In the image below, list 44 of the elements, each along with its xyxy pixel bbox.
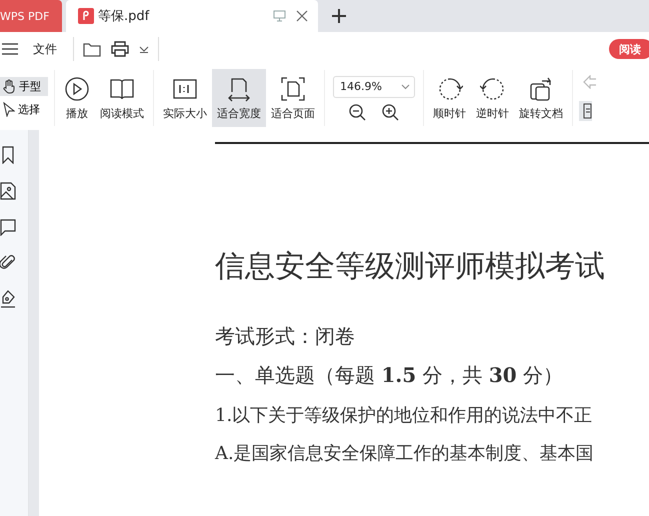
read-button[interactable]: 阅读 bbox=[609, 39, 649, 59]
rotate-document-button[interactable]: 旋转文档 bbox=[514, 69, 568, 127]
zoom-out-icon[interactable] bbox=[349, 104, 366, 120]
folder-icon[interactable] bbox=[83, 42, 101, 56]
question-text: 1.以下关于等级保护的地位和作用的说法中不正 bbox=[215, 404, 594, 427]
reading-mode-button[interactable]: 阅读模式 bbox=[95, 69, 149, 127]
cursor-icon bbox=[3, 102, 15, 117]
comment-icon[interactable] bbox=[0, 218, 16, 236]
chevron-down-icon[interactable] bbox=[401, 84, 410, 90]
rotate-clockwise-button[interactable]: 顺时针 bbox=[428, 69, 471, 127]
fit-width-icon bbox=[226, 76, 252, 102]
close-icon[interactable] bbox=[296, 10, 308, 22]
section-heading: 一、单选题（每题 1.5 分，共 30 分） bbox=[215, 362, 564, 389]
actual-size-button[interactable]: 实际大小 bbox=[158, 69, 212, 127]
home-tab[interactable]: WPS PDF bbox=[0, 0, 62, 32]
pen-icon[interactable] bbox=[0, 290, 16, 308]
document-tab[interactable]: 等保.pdf bbox=[66, 0, 318, 32]
fit-page-button[interactable]: 适合页面 bbox=[266, 69, 320, 127]
play-button[interactable]: 播放 bbox=[59, 69, 95, 127]
pdf-file-icon bbox=[78, 8, 94, 24]
fit-page-icon bbox=[280, 76, 306, 102]
bookmark-icon[interactable] bbox=[0, 146, 16, 164]
dropdown-caret-icon[interactable] bbox=[139, 46, 149, 52]
counterclockwise-icon bbox=[480, 76, 506, 102]
menu-icon[interactable] bbox=[2, 43, 18, 55]
section-heading: 考试形式：闭卷 bbox=[215, 323, 356, 350]
print-icon[interactable] bbox=[111, 41, 129, 57]
clockwise-icon bbox=[436, 76, 462, 102]
play-icon bbox=[64, 76, 90, 102]
file-menu[interactable]: 文件 bbox=[33, 40, 57, 58]
zoom-field[interactable]: 146.9% bbox=[333, 76, 415, 98]
select-tool-button[interactable]: 选择 bbox=[0, 100, 48, 119]
zoom-in-icon[interactable] bbox=[382, 104, 399, 120]
rotate-counterclockwise-button[interactable]: 逆时针 bbox=[471, 69, 514, 127]
rotate-pages-icon bbox=[528, 76, 554, 102]
paperclip-icon[interactable] bbox=[0, 254, 16, 272]
document-title: 信息安全等级测评师模拟考试 bbox=[215, 248, 606, 286]
question-text: A.是国家信息安全保障工作的基本制度、基本国 bbox=[215, 442, 595, 465]
hand-icon bbox=[3, 79, 16, 94]
image-icon[interactable] bbox=[0, 182, 16, 200]
fit-width-button[interactable]: 适合宽度 bbox=[212, 69, 266, 127]
document-icon[interactable] bbox=[579, 101, 592, 121]
hand-tool-button[interactable]: 手型 bbox=[0, 77, 48, 96]
new-tab-icon[interactable] bbox=[332, 9, 346, 23]
